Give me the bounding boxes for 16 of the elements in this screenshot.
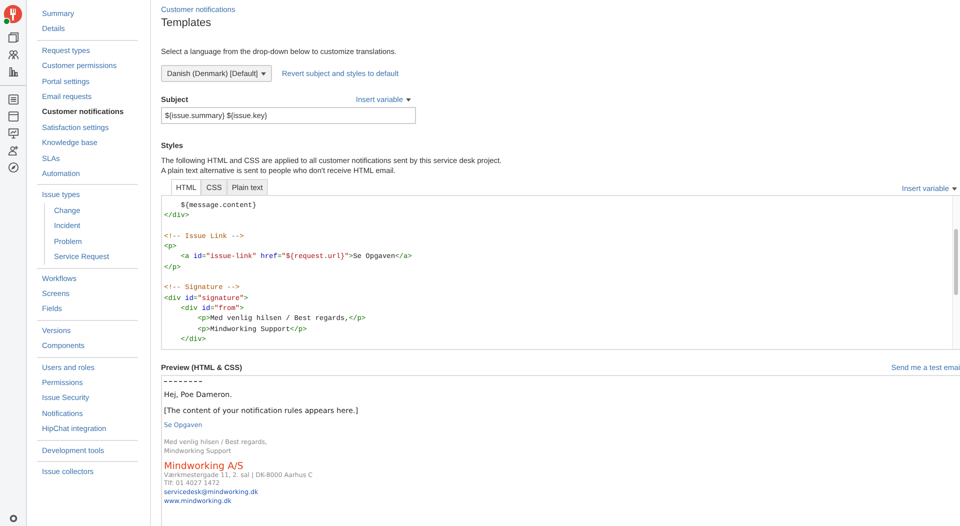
caret-icon: [952, 186, 957, 190]
page-title: Templates: [161, 17, 212, 29]
pages-icon[interactable]: [8, 32, 18, 43]
decorative-rule: [164, 381, 202, 382]
caret-icon: [406, 98, 411, 102]
company-name: Mindworking A/S: [164, 460, 244, 472]
scrollbar-thumb[interactable]: [954, 229, 958, 295]
people-icon[interactable]: [8, 49, 18, 60]
project-avatar-icon[interactable]: [3, 4, 23, 26]
bar-chart-icon[interactable]: [8, 66, 18, 77]
list-icon[interactable]: [8, 94, 18, 105]
window-icon[interactable]: [8, 111, 18, 122]
compass-icon[interactable]: [8, 162, 18, 173]
presentation-icon[interactable]: [8, 128, 18, 139]
caret-icon: [260, 72, 266, 76]
add-user-icon[interactable]: [8, 145, 18, 156]
